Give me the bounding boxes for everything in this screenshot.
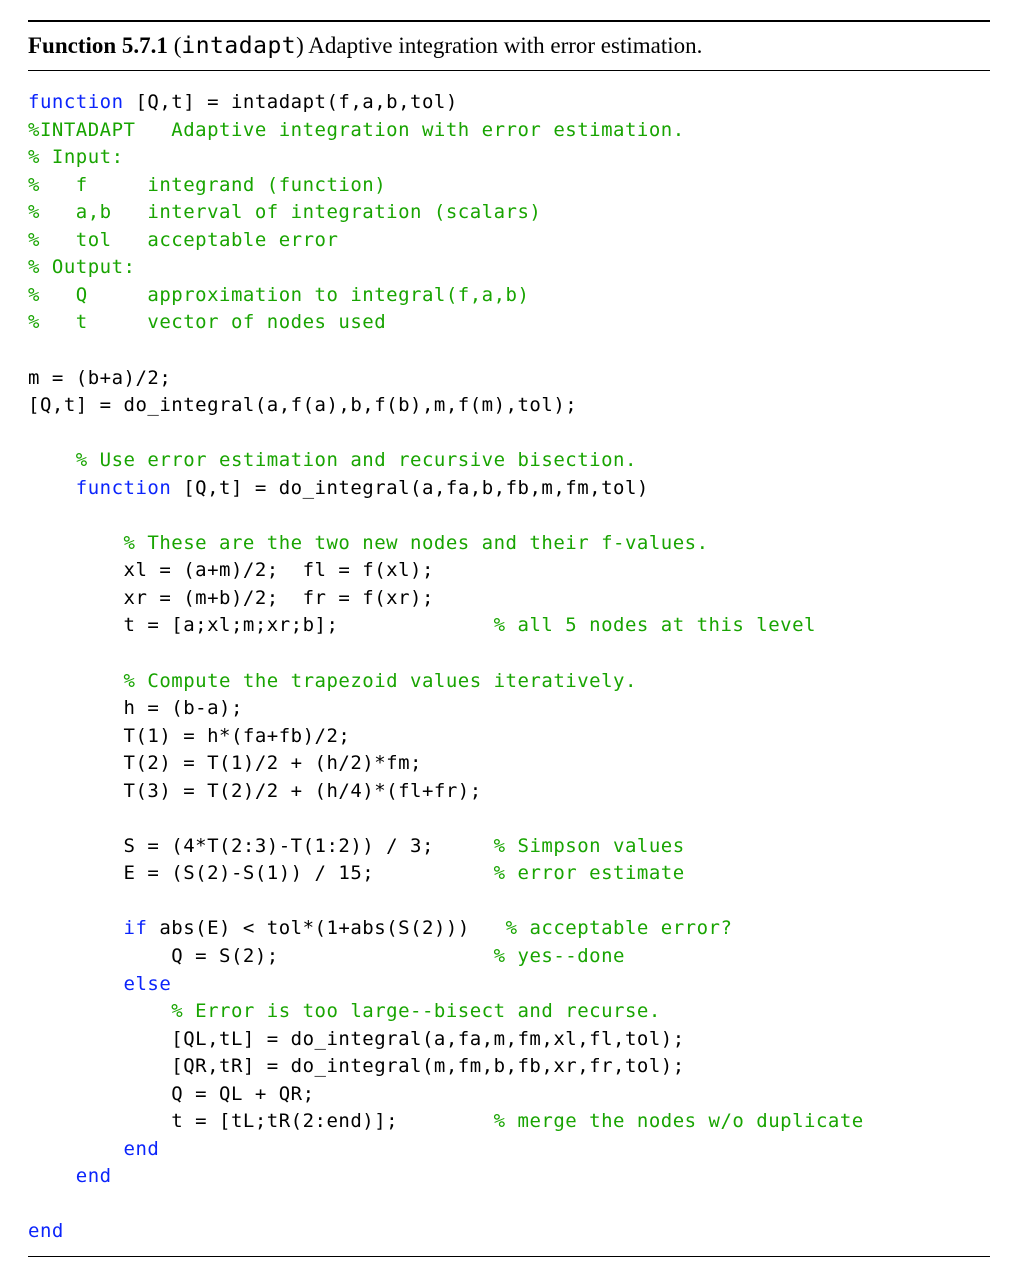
comment: % Input: — [28, 146, 124, 168]
listing-title: Function 5.7.1 (intadapt) Adaptive integ… — [28, 28, 990, 64]
comment: % t vector of nodes used — [28, 311, 386, 333]
code-text — [28, 917, 124, 939]
comment: % Simpson values — [494, 835, 685, 857]
code-text: S = (4*T(2:3)-T(1:2)) / 3; — [28, 835, 494, 857]
comment: % error estimate — [494, 862, 685, 884]
code-text: xl = (a+m)/2; fl = f(xl); — [28, 559, 434, 581]
code-text: [Q,t] = intadapt(f,a,b,tol) — [124, 91, 458, 113]
comment: % f integrand (function) — [28, 174, 386, 196]
comment: % Error is too large--bisect and recurse… — [28, 1000, 661, 1022]
keyword-if: if — [124, 917, 148, 939]
comment: % Use error estimation and recursive bis… — [28, 449, 637, 471]
rule-bottom — [28, 1256, 990, 1257]
code-text: Q = QL + QR; — [28, 1083, 315, 1105]
keyword-function: function — [76, 477, 172, 499]
comment: % Compute the trapezoid values iterative… — [28, 670, 637, 692]
code-text: [Q,t] = do_integral(a,f(a),b,f(b),m,f(m)… — [28, 394, 577, 416]
comment: % These are the two new nodes and their … — [28, 532, 709, 554]
comment: % acceptable error? — [506, 917, 733, 939]
code-text: Q = S(2); — [28, 945, 494, 967]
code-text: t = [a;xl;m;xr;b]; — [28, 614, 494, 636]
code-text: h = (b-a); — [28, 697, 243, 719]
keyword-end: end — [28, 1220, 64, 1242]
listing-fname: intadapt — [181, 33, 296, 59]
listing-label: Function 5.7.1 — [28, 33, 168, 58]
comment: % merge the nodes w/o duplicate — [494, 1110, 864, 1132]
code-text: xr = (m+b)/2; fr = f(xr); — [28, 587, 434, 609]
code-text: abs(E) < tol*(1+abs(S(2))) — [147, 917, 505, 939]
code-text — [28, 1138, 124, 1160]
comment: % tol acceptable error — [28, 229, 338, 251]
comment: % Q approximation to integral(f,a,b) — [28, 284, 529, 306]
code-listing: function [Q,t] = intadapt(f,a,b,tol) %IN… — [28, 89, 990, 1246]
code-text: E = (S(2)-S(1)) / 15; — [28, 862, 494, 884]
code-text — [28, 1165, 76, 1187]
comment: % all 5 nodes at this level — [494, 614, 816, 636]
comment: %INTADAPT Adaptive integration with erro… — [28, 119, 685, 141]
rule-under-title — [28, 70, 990, 71]
code-text: [Q,t] = do_integral(a,fa,b,fb,m,fm,tol) — [171, 477, 649, 499]
listing-desc: Adaptive integration with error estimati… — [308, 33, 702, 58]
keyword-else: else — [124, 973, 172, 995]
code-text: T(2) = T(1)/2 + (h/2)*fm; — [28, 752, 422, 774]
code-text: T(3) = T(2)/2 + (h/4)*(fl+fr); — [28, 780, 482, 802]
code-text — [28, 477, 76, 499]
comment: % Output: — [28, 256, 135, 278]
code-text: [QL,tL] = do_integral(a,fa,m,fm,xl,fl,to… — [28, 1028, 685, 1050]
rule-top — [28, 20, 990, 22]
code-text: [QR,tR] = do_integral(m,fm,b,fb,xr,fr,to… — [28, 1055, 685, 1077]
code-text: t = [tL;tR(2:end)]; — [28, 1110, 494, 1132]
comment: % a,b interval of integration (scalars) — [28, 201, 541, 223]
comment: % yes--done — [494, 945, 625, 967]
code-text: m = (b+a)/2; — [28, 367, 171, 389]
code-text — [28, 973, 124, 995]
code-text: T(1) = h*(fa+fb)/2; — [28, 725, 350, 747]
keyword-function: function — [28, 91, 124, 113]
keyword-end: end — [124, 1138, 160, 1160]
keyword-end: end — [76, 1165, 112, 1187]
